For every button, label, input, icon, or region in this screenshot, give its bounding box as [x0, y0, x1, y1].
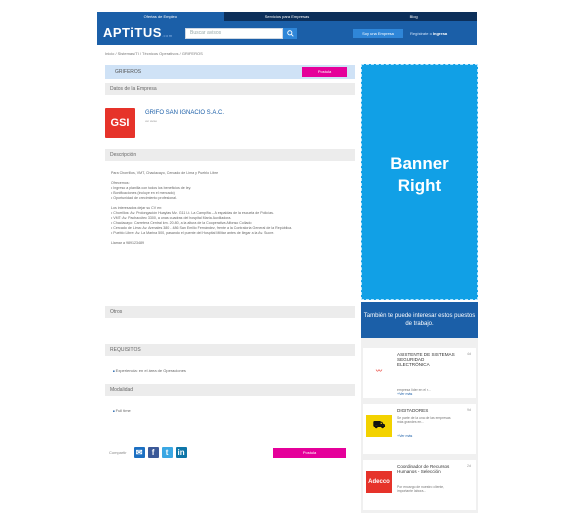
search-icon	[286, 30, 294, 37]
search-button[interactable]	[283, 28, 297, 39]
header: APTiTUS.com Buscar avisos Soy una Empres…	[97, 21, 477, 45]
email-share-icon[interactable]: ✉	[133, 447, 145, 458]
registro-link[interactable]: Regístrate o Ingresa	[410, 29, 447, 38]
related-job-desc: Por encargo de nuestro cliente, importan…	[397, 485, 445, 493]
company-meta[interactable]: ver aviso	[145, 119, 157, 123]
requisito-item: Experiencia: en el área de Operaciones	[113, 368, 186, 373]
facebook-share-icon[interactable]: f	[147, 447, 159, 458]
soy-una-empresa-button[interactable]: Soy una Empresa	[353, 29, 403, 38]
section-requisitos: REQUISITOS	[105, 344, 355, 356]
ver-mas-link[interactable]: +Ver más	[397, 392, 412, 396]
postula-button-top[interactable]: Postula	[302, 67, 347, 77]
linkedin-share-icon[interactable]: in	[175, 447, 187, 458]
company-logo: Adecco	[366, 471, 392, 493]
company-logo: ⛟	[366, 415, 392, 437]
related-job-item[interactable]: 〰 ASISTENTE DE SISTEMAS SEGURIDAD ELECTR…	[363, 348, 476, 398]
job-detail: GRIFEROS Postula Datos de la Empresa GSI…	[105, 65, 355, 465]
job-description: Para Chorrillos, VMT, Chaclacayo, Cercad…	[111, 171, 349, 246]
related-job-title[interactable]: ASISTENTE DE SISTEMAS SEGURIDAD ELECTRÓN…	[397, 352, 455, 367]
banner-right[interactable]: Banner Right	[361, 64, 478, 300]
tab-servicios-para-empresas[interactable]: Servicios para Empresas	[224, 12, 351, 21]
postula-button-bottom[interactable]: Postula	[273, 448, 346, 458]
breadcrumb[interactable]: Inicio / Sistemas/TI / Técnicos Operativ…	[105, 51, 203, 56]
compartir-label: Compartir	[109, 450, 127, 455]
related-job-item[interactable]: Adecco Coordinador de Recursos Humanos -…	[363, 460, 476, 510]
tab-blog[interactable]: Blog	[350, 12, 477, 21]
section-otros: Otros	[105, 306, 355, 318]
related-job-item[interactable]: ⛟ DIGITADORES Se parte de la una de las …	[363, 404, 476, 454]
modalidad-item: Full time	[113, 408, 131, 413]
company-logo: GSI	[105, 108, 135, 138]
top-nav: Ofertas de Empleo Servicios para Empresa…	[97, 12, 477, 21]
twitter-share-icon[interactable]: t	[161, 447, 173, 458]
company-name[interactable]: GRIFO SAN IGNACIO S.A.C.	[145, 110, 224, 116]
search-input[interactable]: Buscar avisos	[185, 28, 283, 39]
tab-ofertas-de-empleo[interactable]: Ofertas de Empleo	[97, 12, 224, 21]
related-job-title[interactable]: DIGITADORES	[397, 408, 455, 413]
job-title-bar: GRIFEROS Postula	[105, 65, 355, 79]
job-title: GRIFEROS	[115, 69, 142, 75]
company-logo: 〰	[375, 368, 382, 375]
share-bar: Compartir ✉ f t in	[109, 447, 187, 458]
related-job-time: 9d	[467, 408, 471, 412]
related-job-time: 2d	[467, 464, 471, 468]
site-logo[interactable]: APTiTUS.com	[103, 25, 173, 40]
section-datos-empresa: Datos de la Empresa	[105, 83, 355, 95]
ver-mas-link[interactable]: +Ver más	[397, 434, 412, 438]
desc-line: Llamar a 989123489	[111, 241, 144, 245]
related-job-time: 4d	[467, 352, 471, 356]
related-job-desc: Se parte de la una de las empresas más g…	[397, 416, 451, 424]
banner-text: Banner Right	[390, 154, 449, 195]
related-jobs-list: 〰 ASISTENTE DE SISTEMAS SEGURIDAD ELECTR…	[361, 338, 478, 513]
section-descripcion: Descripción	[105, 149, 355, 161]
related-jobs-heading: También te puede interesar estos puestos…	[361, 302, 478, 338]
related-job-title[interactable]: Coordinador de Recursos Humanos - Selecc…	[397, 464, 455, 474]
ingresa-link[interactable]: Ingresa	[433, 31, 447, 36]
section-modalidad: Modalidad	[105, 384, 355, 396]
